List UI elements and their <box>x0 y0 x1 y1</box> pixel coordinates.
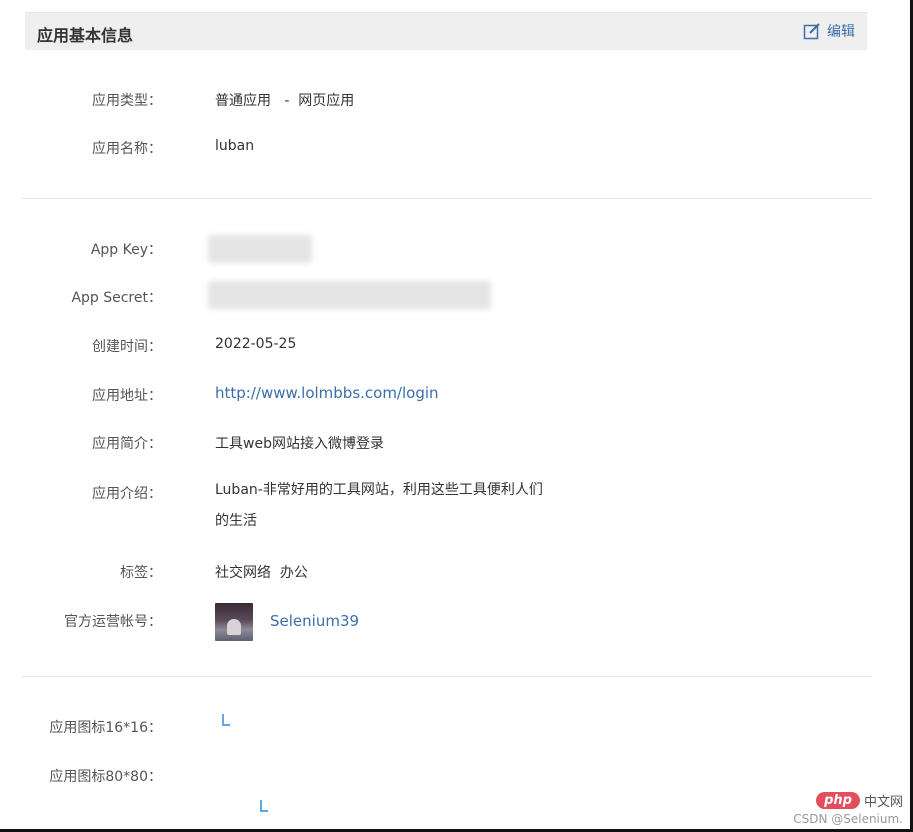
app-url-link[interactable]: http://www.lolmbbs.com/login <box>215 384 439 402</box>
row-account: 官方运营帐号： Selenium39 <box>0 603 880 643</box>
created-value: 2022-05-25 <box>215 336 297 352</box>
edit-icon <box>803 23 820 40</box>
created-label: 创建时间： <box>92 339 162 355</box>
account-link[interactable]: Selenium39 <box>270 612 359 630</box>
app-secret-label: App Secret： <box>71 290 162 306</box>
section-title: 应用基本信息 <box>37 26 134 45</box>
tags-value: 社交网络 办公 <box>215 565 308 581</box>
app-name-value: luban <box>215 138 255 154</box>
app-type-label: 应用类型： <box>92 93 162 109</box>
app-icon-16 <box>222 714 230 726</box>
summary-value: 工具web网站接入微博登录 <box>215 436 384 452</box>
section-header: 应用基本信息 编辑 <box>25 12 867 50</box>
icon80-label: 应用图标80*80： <box>49 769 162 785</box>
app-key-redacted <box>208 235 312 263</box>
divider <box>22 198 872 199</box>
app-secret-redacted <box>208 281 491 309</box>
url-label: 应用地址： <box>92 388 162 404</box>
app-icon-80 <box>260 800 268 812</box>
summary-label: 应用简介： <box>92 436 162 452</box>
watermark: php 中文网 CSDN @Selenium. <box>793 791 903 826</box>
tags-label: 标签： <box>120 565 162 581</box>
watermark-cn: 中文网 <box>863 795 903 810</box>
app-type-value: 普通应用 - 网页应用 <box>215 93 355 109</box>
avatar[interactable] <box>215 603 253 641</box>
app-key-label: App Key： <box>90 242 162 258</box>
intro-label: 应用介绍： <box>92 486 162 502</box>
intro-value: Luban-非常好用的工具网站，利用这些工具便利人们的生活 <box>215 482 543 529</box>
divider <box>22 676 872 677</box>
edit-label: 编辑 <box>827 24 855 40</box>
watermark-csdn: CSDN @Selenium. <box>793 812 903 826</box>
icon16-label: 应用图标16*16： <box>49 720 162 736</box>
edit-button[interactable]: 编辑 <box>803 21 855 41</box>
php-logo: php <box>816 792 860 809</box>
account-label: 官方运营帐号： <box>64 614 162 630</box>
app-name-label: 应用名称： <box>92 141 162 157</box>
